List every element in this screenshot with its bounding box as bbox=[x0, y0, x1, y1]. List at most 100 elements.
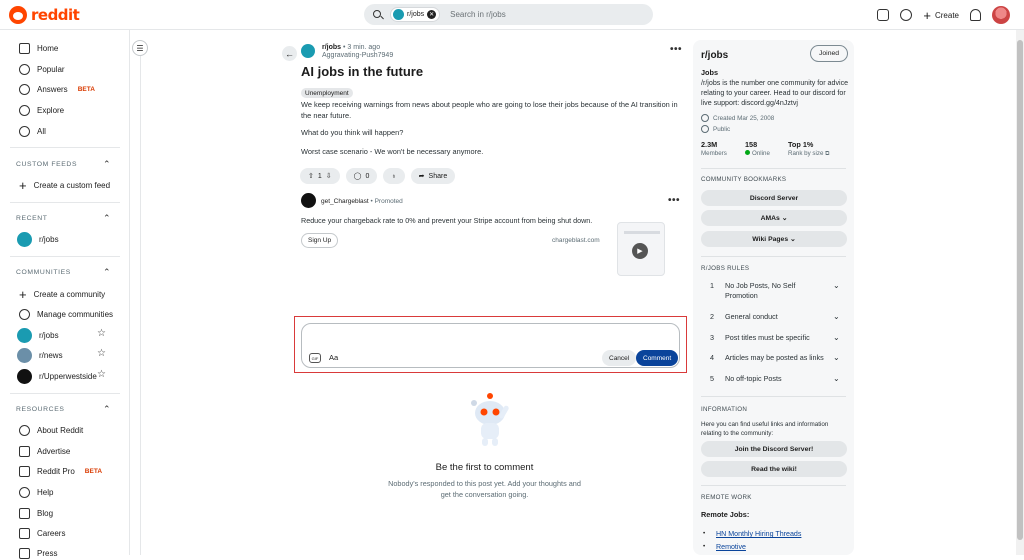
joined-button[interactable]: Joined bbox=[810, 45, 849, 62]
resource-help[interactable]: Help bbox=[19, 485, 53, 499]
sidebar-divider bbox=[10, 256, 120, 257]
comments-button[interactable]: ◯ 0 bbox=[345, 168, 378, 184]
sidebar-item-label: Answers bbox=[37, 84, 68, 94]
sidebar-item-popular[interactable]: Popular bbox=[19, 62, 65, 76]
advertise-icon[interactable] bbox=[877, 9, 890, 21]
left-sidebar: Home Popular Answers BETA Explore All CU… bbox=[0, 30, 130, 559]
community-item-news[interactable]: r/news bbox=[17, 347, 63, 363]
rule-item[interactable]: 1 No Job Posts, No Self Promotion ⌄ bbox=[701, 281, 847, 301]
remote-link-hn[interactable]: HN Monthly Hiring Threads bbox=[716, 530, 801, 538]
online-count: 158 bbox=[745, 140, 758, 149]
recent-item-jobs[interactable]: r/jobs bbox=[17, 231, 59, 247]
read-wiki-button[interactable]: Read the wiki! bbox=[701, 461, 847, 477]
pro-icon bbox=[19, 465, 30, 477]
rank-label[interactable]: Rank by size ⧉ bbox=[788, 150, 830, 158]
resource-reddit-pro[interactable]: Reddit Pro BETA bbox=[19, 464, 102, 478]
resources-collapse-icon[interactable]: ⌃ bbox=[103, 404, 111, 415]
chat-icon[interactable] bbox=[900, 9, 913, 21]
notifications-bell-icon[interactable] bbox=[970, 9, 981, 21]
resource-blog[interactable]: Blog bbox=[19, 506, 53, 520]
favorite-star-icon[interactable]: ☆ bbox=[97, 369, 106, 380]
advertiser-avatar[interactable] bbox=[301, 193, 316, 208]
cake-icon bbox=[701, 114, 709, 122]
comment-input[interactable]: GIF Aa Cancel Comment bbox=[301, 323, 680, 368]
subreddit-icon[interactable] bbox=[301, 44, 315, 58]
sidebar-item-explore[interactable]: Explore bbox=[19, 103, 64, 117]
promo-options-icon[interactable]: ••• bbox=[668, 195, 680, 206]
information-text: Here you can find useful links and infor… bbox=[701, 421, 829, 437]
community-heading: Jobs bbox=[701, 68, 719, 77]
promo-domain[interactable]: chargeblast.com bbox=[552, 237, 600, 244]
create-community[interactable]: + Create a community bbox=[19, 287, 105, 302]
sidebar-item-home[interactable]: Home bbox=[19, 41, 58, 55]
bookmark-label: Wiki Pages bbox=[752, 235, 789, 243]
sidebar-item-label: r/jobs bbox=[39, 234, 59, 244]
award-icon: ♁ bbox=[391, 172, 397, 180]
rule-number: 3 bbox=[710, 333, 714, 342]
post-author-link[interactable]: Aggravating-Push7949 bbox=[322, 52, 393, 59]
vote-control: ⇧ 1 ⇩ bbox=[300, 168, 340, 184]
create-label: Create bbox=[934, 10, 959, 20]
manage-communities[interactable]: Manage communities bbox=[19, 307, 113, 321]
create-custom-feed[interactable]: + Create a custom feed bbox=[19, 178, 110, 193]
resource-press[interactable]: Press bbox=[19, 546, 57, 560]
communities-collapse-icon[interactable]: ⌃ bbox=[103, 267, 111, 278]
resource-careers[interactable]: Careers bbox=[19, 526, 65, 540]
gif-icon[interactable]: GIF bbox=[309, 353, 321, 363]
promo-text[interactable]: Reduce your chargeback rate to 0% and pr… bbox=[301, 216, 592, 225]
promo-author[interactable]: get_Chargeblast bbox=[321, 198, 369, 205]
award-button[interactable]: ♁ bbox=[383, 168, 405, 184]
promo-video-thumbnail[interactable]: ▶ bbox=[617, 222, 665, 276]
sidebar-item-label: Home bbox=[37, 43, 59, 53]
sidebar-toggle-button[interactable]: ☰ bbox=[132, 40, 148, 56]
resource-about-reddit[interactable]: About Reddit bbox=[19, 423, 83, 437]
share-button[interactable]: ➦ Share bbox=[410, 168, 456, 184]
join-discord-button[interactable]: Join the Discord Server! bbox=[701, 441, 847, 457]
sidebar-item-all[interactable]: All bbox=[19, 124, 46, 138]
create-button[interactable]: + Create bbox=[923, 9, 959, 22]
downvote-icon[interactable]: ⇩ bbox=[326, 172, 332, 180]
resource-advertise[interactable]: Advertise bbox=[19, 444, 70, 458]
comment-button[interactable]: Comment bbox=[636, 350, 679, 366]
panel-divider bbox=[701, 396, 846, 397]
back-button[interactable]: ← bbox=[282, 46, 297, 61]
information-title: INFORMATION bbox=[701, 406, 748, 413]
post-flair[interactable]: Unemployment bbox=[301, 88, 353, 98]
bookmark-amas[interactable]: AMAs ⌄ bbox=[701, 210, 847, 226]
explore-icon bbox=[19, 104, 30, 116]
search-scope-chip[interactable]: r/jobs ✕ bbox=[390, 7, 441, 22]
panel-divider bbox=[701, 168, 846, 169]
custom-feeds-collapse-icon[interactable]: ⌃ bbox=[103, 159, 111, 170]
favorite-star-icon[interactable]: ☆ bbox=[97, 328, 106, 339]
upvote-icon[interactable]: ⇧ bbox=[308, 172, 314, 180]
bookmark-wiki-pages[interactable]: Wiki Pages ⌄ bbox=[701, 231, 847, 247]
favorite-star-icon[interactable]: ☆ bbox=[97, 348, 106, 359]
clear-scope-icon[interactable]: ✕ bbox=[427, 10, 437, 19]
post-subreddit-link[interactable]: r/jobs bbox=[322, 44, 341, 51]
scrollbar-thumb[interactable] bbox=[1017, 40, 1023, 540]
community-title: r/jobs bbox=[701, 50, 729, 61]
format-button[interactable]: Aa bbox=[329, 353, 338, 362]
promo-meta: get_Chargeblast • Promoted bbox=[321, 198, 403, 205]
cancel-button[interactable]: Cancel bbox=[602, 350, 637, 366]
chevron-down-icon: ⌄ bbox=[790, 236, 796, 243]
sidebar-item-answers[interactable]: Answers BETA bbox=[19, 82, 95, 96]
search-bar[interactable]: r/jobs ✕ Search in r/jobs bbox=[364, 4, 653, 25]
sign-up-button[interactable]: Sign Up bbox=[301, 233, 339, 248]
rule-number: 2 bbox=[710, 312, 714, 321]
user-avatar[interactable] bbox=[992, 6, 1010, 24]
remote-link-remotive[interactable]: Remotive bbox=[716, 543, 746, 551]
search-input[interactable]: Search in r/jobs bbox=[450, 10, 506, 19]
empty-comments-subtitle: Nobody's responded to this post yet. Add… bbox=[388, 479, 581, 499]
online-dot-icon bbox=[745, 150, 750, 155]
reddit-logo[interactable]: reddit bbox=[9, 6, 80, 24]
top-bar: reddit r/jobs ✕ Search in r/jobs + Creat… bbox=[0, 0, 1024, 30]
post-options-icon[interactable]: ••• bbox=[670, 44, 682, 55]
beta-badge: BETA bbox=[77, 85, 95, 93]
recent-collapse-icon[interactable]: ⌃ bbox=[103, 213, 111, 224]
community-item-upperwestside[interactable]: r/Upperwestside bbox=[17, 368, 97, 384]
vote-count: 1 bbox=[317, 172, 322, 180]
bookmark-discord-server[interactable]: Discord Server bbox=[701, 190, 847, 206]
community-item-jobs[interactable]: r/jobs bbox=[17, 327, 59, 343]
play-icon[interactable]: ▶ bbox=[632, 243, 648, 259]
